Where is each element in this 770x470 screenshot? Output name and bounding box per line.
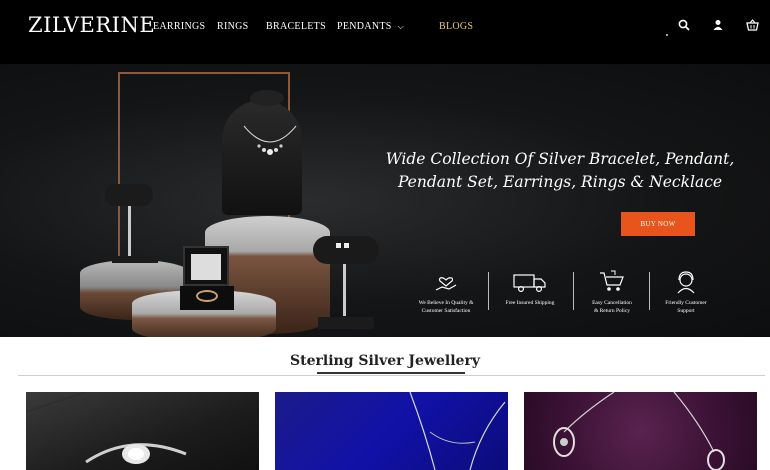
earring-stand-pole <box>343 264 346 316</box>
buy-now-button[interactable]: BUY NOW <box>621 212 695 236</box>
nav-item-pendants-label: PENDANTS <box>337 21 392 32</box>
feature-support: Friendly Customer Support <box>651 269 721 315</box>
section-divider <box>18 375 765 376</box>
cart-return-icon <box>600 270 624 291</box>
product-card[interactable] <box>26 392 259 470</box>
earring-stand <box>313 236 379 264</box>
hero-banner: Wide Collection Of Silver Bracelet, Pend… <box>0 64 770 337</box>
feature-returns-line2: & Return Policy <box>593 308 631 314</box>
truck-icon <box>513 274 546 293</box>
feature-returns-line1: Easy Cancellation <box>592 300 632 306</box>
earring-stand-base <box>318 317 374 329</box>
necklace-jewel <box>243 125 297 155</box>
ring-box-lid <box>183 246 229 286</box>
hero-title: Wide Collection Of Silver Bracelet, Pend… <box>380 148 740 194</box>
feature-quality-line1: We Believe In Quality & <box>418 300 474 306</box>
nav-item-bracelets[interactable]: BRACELETS <box>266 21 326 32</box>
product-card[interactable] <box>524 392 757 470</box>
bust-neck <box>250 90 284 106</box>
feature-quality-line2: Customer Satisfaction <box>421 308 471 314</box>
bracelet-stand-pole <box>128 206 131 258</box>
brand-logo[interactable]: ZILVERINE <box>28 13 155 37</box>
hero-title-line1: Wide Collection Of Silver Bracelet, Pend… <box>385 150 735 168</box>
basket-icon[interactable] <box>746 16 760 31</box>
necklace-image <box>409 392 506 470</box>
bracelet-stand <box>105 184 153 206</box>
feature-support-line1: Friendly Customer <box>665 300 707 306</box>
feature-divider <box>488 272 489 310</box>
bracelet-stand-base <box>112 256 158 263</box>
ring-image <box>26 392 187 464</box>
feature-shipping-line1: Free Insured Shipping <box>505 300 555 306</box>
support-person-icon <box>677 271 695 294</box>
header-dot <box>666 34 668 36</box>
pendant-image <box>553 392 725 470</box>
feature-quality: We Believe In Quality & Customer Satisfa… <box>411 269 481 315</box>
feature-shipping: Free Insured Shipping <box>495 269 565 307</box>
feature-divider <box>573 272 574 310</box>
heart-hand-icon <box>435 277 457 291</box>
search-icon[interactable] <box>678 16 692 31</box>
product-card[interactable] <box>275 392 508 470</box>
hero-title-line2: Pendant Set, Earrings, Rings & Necklace <box>397 173 723 191</box>
nav-item-rings[interactable]: RINGS <box>217 21 249 32</box>
feature-returns: Easy Cancellation & Return Policy <box>577 269 647 315</box>
feature-divider <box>649 272 650 310</box>
ring-box <box>180 286 234 310</box>
nav-item-earrings[interactable]: EARRINGS <box>153 21 205 32</box>
section-title-underline <box>317 372 465 374</box>
site-header: ZILVERINE EARRINGS RINGS BRACELETS PENDA… <box>0 0 770 64</box>
feature-support-line2: Support <box>677 308 695 314</box>
nav-item-pendants[interactable]: PENDANTS ⌵ <box>337 21 404 32</box>
chevron-down-icon: ⌵ <box>397 22 405 31</box>
section-title: Sterling Silver Jewellery <box>290 353 480 369</box>
nav-item-blogs[interactable]: BLOGS <box>439 21 473 32</box>
user-icon[interactable] <box>712 16 726 30</box>
